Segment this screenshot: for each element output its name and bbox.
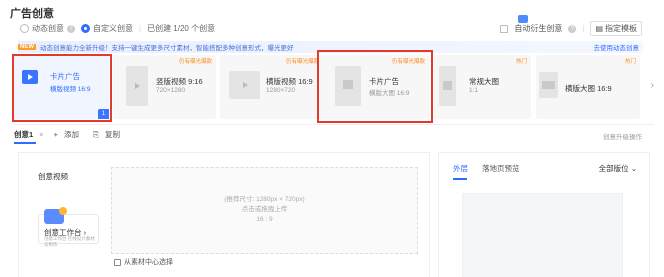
add-icon: + <box>53 130 58 139</box>
created-count: 已创建 1/20 个创意 <box>147 24 216 33</box>
help-icon[interactable]: ? <box>67 24 75 33</box>
creative-tabs: 创意1 × + 添加 ⎘ 复制 <box>14 129 120 144</box>
highlight-box <box>12 54 112 122</box>
notice-text: 动态创意能力全新升级！支持一键生成更多尺寸素材，智能搭配多种创意形式，曝光更好 <box>40 45 294 52</box>
template-label: 指定模板 <box>605 24 637 33</box>
page-title: 广告创意 <box>10 8 54 20</box>
workbench-icon <box>44 207 67 224</box>
image-icon <box>542 81 555 89</box>
preview-panel: 外层 落地页预览 全部版位 ⌄ <box>438 152 650 277</box>
template-card[interactable]: 热门 常规大图 1:1 <box>434 55 531 119</box>
library-icon <box>114 258 121 266</box>
radio-dynamic-creative[interactable]: 动态创意 ? <box>20 23 75 34</box>
radio-custom-label: 自定义创意 <box>93 24 133 33</box>
play-icon <box>242 82 248 88</box>
creative-mode-selector: 动态创意 ? 自定义创意 | 已创建 1/20 个创意 <box>20 23 215 34</box>
tab-landing-preview[interactable]: 落地页预览 <box>482 163 520 174</box>
template-card[interactable]: 仍有曝光爆款 竖版视频 9:16 720×1280 <box>113 55 216 119</box>
portrait-thumb-icon <box>126 66 148 106</box>
help-icon[interactable]: ? <box>568 24 577 33</box>
image-icon <box>443 81 452 90</box>
landscape-image-thumb-icon <box>539 72 558 98</box>
derive-label: 自动衍生创意 <box>514 24 563 33</box>
template-spec: 720×1280 <box>156 87 186 94</box>
radio-selected-icon <box>81 24 90 33</box>
template-icon: ▤ <box>595 24 603 33</box>
template-spec: 1:1 <box>469 87 479 94</box>
notice-link[interactable]: 去使用动态创意 <box>594 42 640 52</box>
template-card[interactable]: 仍有曝光爆款 横版视频 16:9 1280×720 <box>220 55 323 119</box>
video-upload-area[interactable]: (推荐尺寸: 1280px × 720px) 点击或拖拽上传 16 : 9 <box>111 167 418 254</box>
template-name: 横版大图 16:9 <box>565 84 612 93</box>
square-thumb-icon <box>439 66 456 106</box>
close-icon[interactable]: × <box>39 130 43 139</box>
upload-action: 点击或拖拽上传 <box>241 206 288 213</box>
radio-icon <box>20 24 29 33</box>
chevron-right-icon[interactable]: › <box>651 80 654 91</box>
hot-tag: 热门 <box>515 59 527 65</box>
copy-icon: ⎘ <box>92 129 99 139</box>
placement-value: 全部版位 <box>598 164 629 173</box>
upload-size-hint: (推荐尺寸: 1280px × 720px) <box>224 196 305 203</box>
placement-select[interactable]: 全部版位 ⌄ <box>599 163 637 174</box>
highlight-box <box>317 50 433 123</box>
hot-tag: 仍有曝光爆款 <box>178 59 212 65</box>
library-link[interactable]: 从素材中心选择 <box>114 257 173 267</box>
preview-tabs: 外层 落地页预览 <box>453 163 520 180</box>
template-spec: 1280×720 <box>266 87 296 94</box>
play-icon <box>135 83 140 89</box>
workbench-sub: 创意工作台 在线设计素材与制作 <box>44 236 95 247</box>
new-tag: NEW <box>18 44 36 50</box>
preview-canvas <box>462 193 623 277</box>
template-name: 竖版视频 9:16 <box>156 77 203 86</box>
right-tools: 自动衍生创意 ? | ▤ 指定模板 <box>500 21 642 36</box>
derive-checkbox[interactable] <box>500 24 509 33</box>
template-name: 横版视频 16:9 <box>266 77 313 86</box>
video-label: 创意视频 <box>38 172 68 181</box>
tab-creative-1[interactable]: 创意1 <box>14 129 37 144</box>
upload-ratio: 16 : 9 <box>256 216 273 223</box>
radio-dynamic-label: 动态创意 <box>32 24 64 33</box>
creative-workbench-button[interactable]: 创意工作台 › 创意工作台 在线设计素材与制作 <box>38 207 99 247</box>
template-card[interactable]: 热门 横版大图 16:9 <box>536 55 640 119</box>
radio-custom-creative[interactable]: 自定义创意 <box>81 23 133 34</box>
divider: | <box>582 24 585 33</box>
specify-template-button[interactable]: ▤ 指定模板 <box>590 21 642 36</box>
library-label: 从素材中心选择 <box>124 259 173 266</box>
upgrade-link[interactable]: 创意升级操作 <box>603 131 642 141</box>
landscape-thumb-icon <box>229 71 260 99</box>
template-name: 常规大图 <box>469 77 499 86</box>
add-tab-button[interactable]: 添加 <box>64 129 79 140</box>
copy-tab-button[interactable]: 复制 <box>105 129 120 140</box>
chevron-down-icon: ⌄ <box>630 164 637 173</box>
hot-tag: 热门 <box>624 59 636 65</box>
creative-content-panel: 创意视频 (推荐尺寸: 1280px × 720px) 点击或拖拽上传 16 :… <box>18 152 430 277</box>
divider: | <box>139 24 142 33</box>
tab-outer[interactable]: 外层 <box>453 163 468 180</box>
hot-tag: 仍有曝光爆款 <box>285 59 319 65</box>
